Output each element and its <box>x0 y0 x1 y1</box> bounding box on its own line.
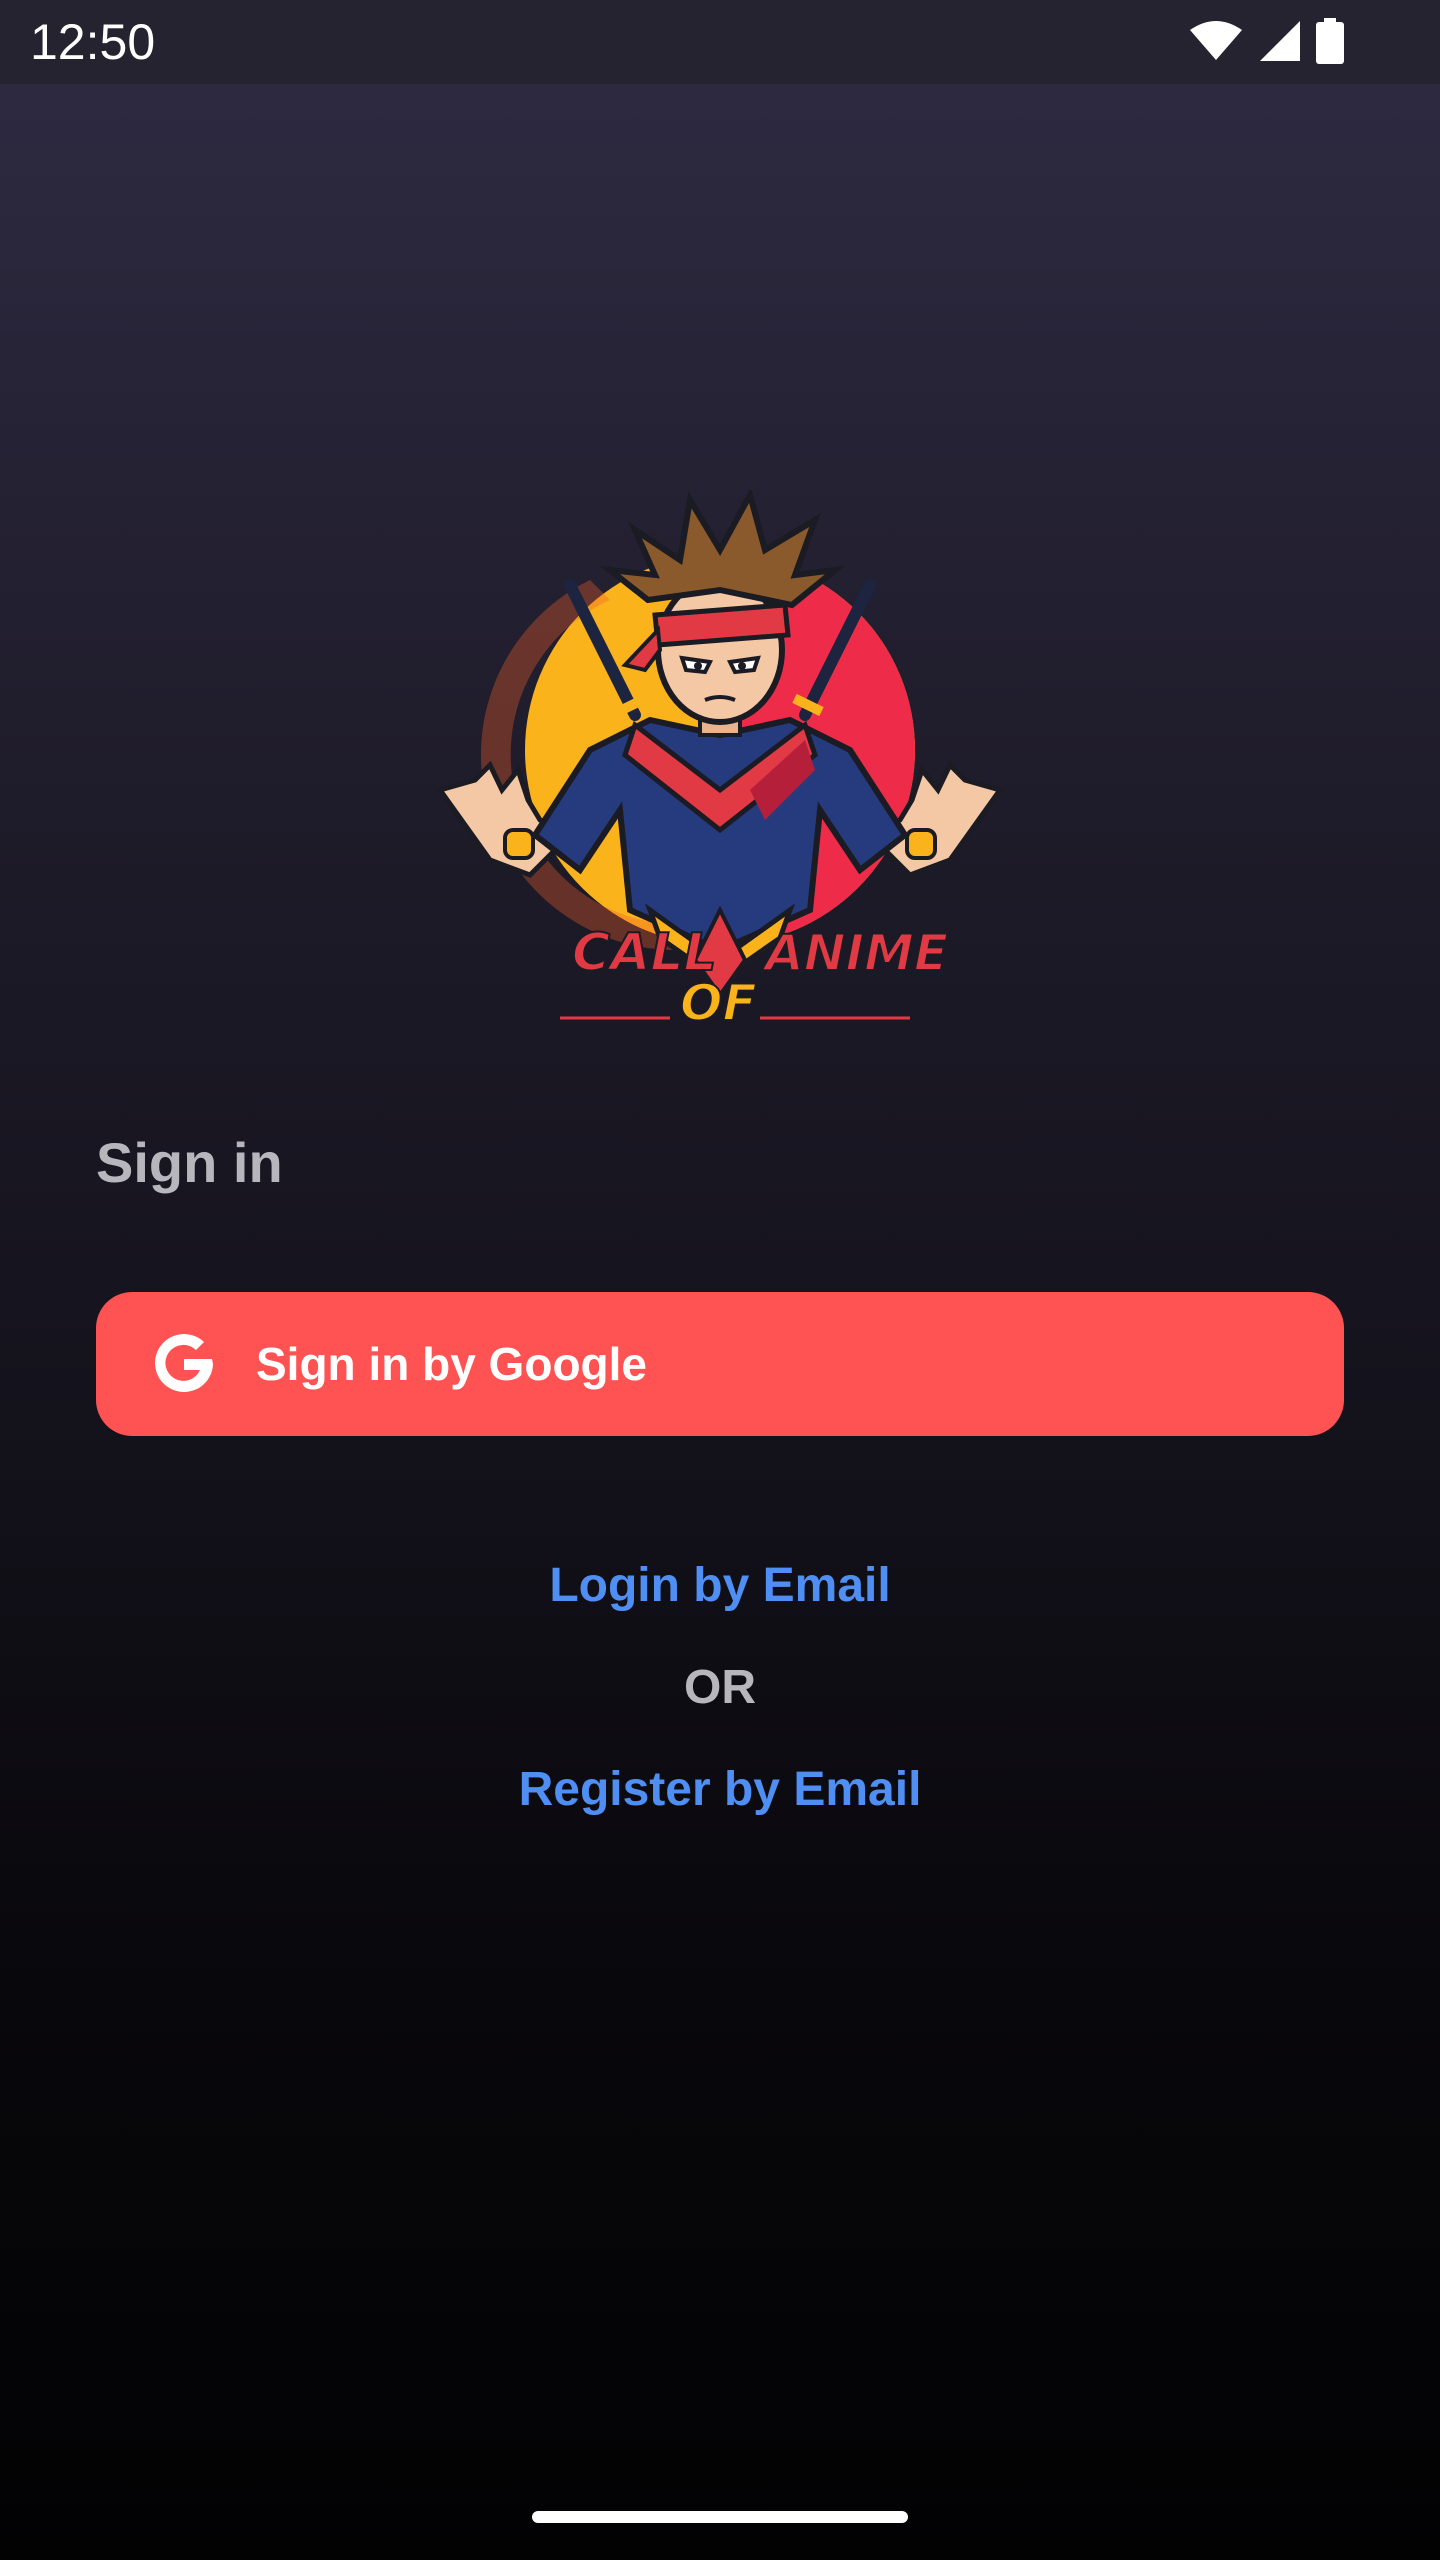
status-bar: 12:50 <box>0 0 1440 84</box>
home-indicator[interactable] <box>532 2511 908 2523</box>
call-of-anime-logo: CALL ANIME OF <box>435 490 1005 1033</box>
logo-text-of: OF <box>680 974 757 1032</box>
status-time: 12:50 <box>30 14 156 70</box>
login-by-email-link[interactable]: Login by Email <box>0 1556 1440 1616</box>
register-by-email-link[interactable]: Register by Email <box>0 1760 1440 1820</box>
signal-icon <box>1260 21 1300 61</box>
logo-ninja-hair <box>599 490 846 609</box>
google-sign-in-label: Sign in by Google <box>256 1338 647 1390</box>
sign-in-screen: 12:50 CALL ANIME OF Sign in Sign in by G… <box>0 0 1440 2560</box>
sign-in-heading: Sign in <box>96 1131 283 1194</box>
google-icon <box>146 1326 222 1402</box>
logo-text-anime: ANIME <box>761 924 948 982</box>
status-icons <box>1188 18 1344 64</box>
wifi-icon <box>1190 21 1242 60</box>
or-separator: OR <box>684 1661 756 1714</box>
google-sign-in-button[interactable]: Sign in by Google <box>96 1292 1344 1436</box>
battery-icon <box>1316 18 1344 64</box>
